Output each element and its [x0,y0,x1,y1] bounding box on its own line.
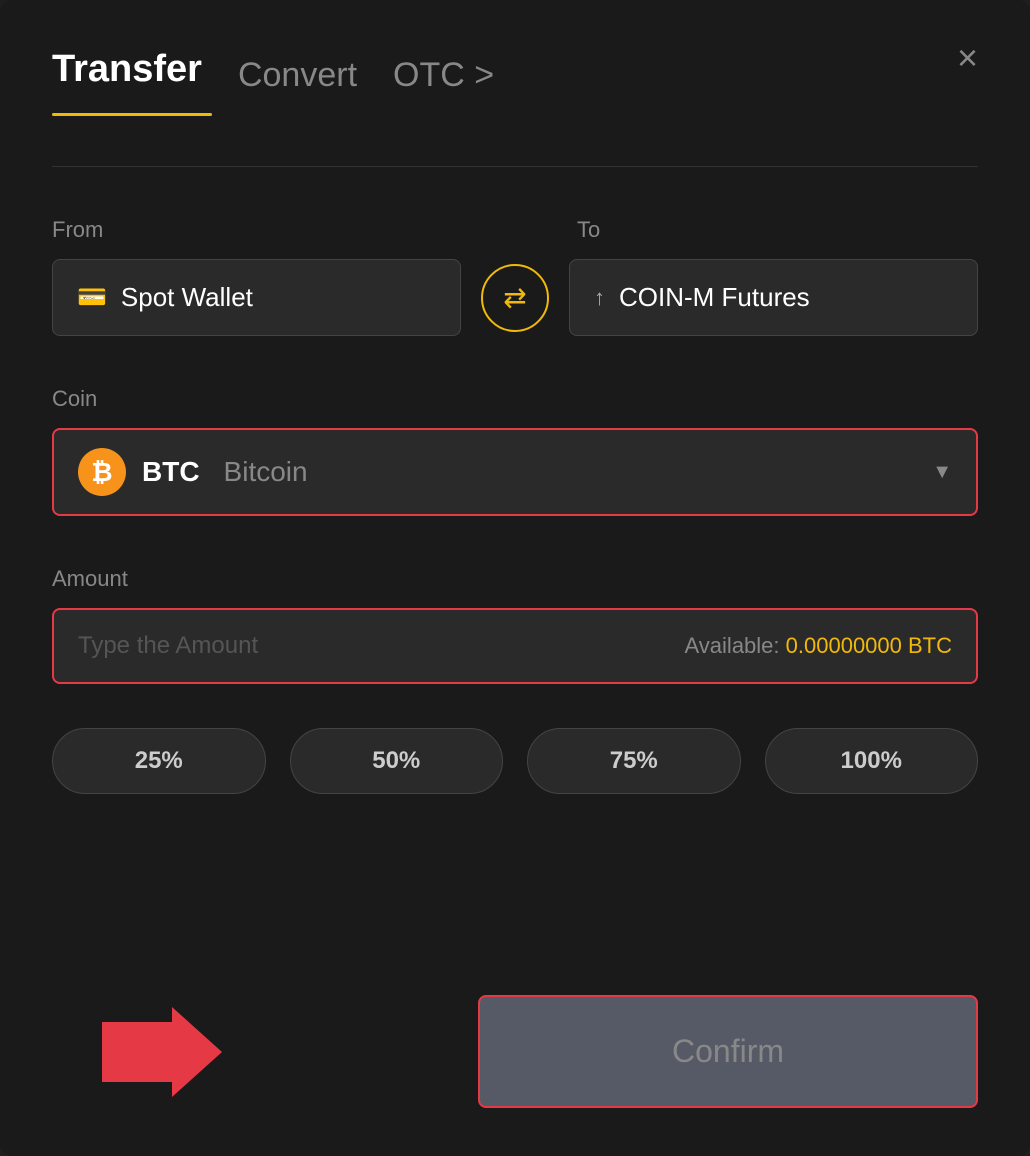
from-wallet-name: Spot Wallet [121,282,253,313]
tab-convert[interactable]: Convert [238,56,357,95]
pct-100-button[interactable]: 100% [765,728,979,794]
amount-placeholder[interactable]: Type the Amount [78,632,258,660]
credit-card-icon: 💳 [77,283,107,312]
swap-icon: ⇄ [503,281,526,314]
from-to-inputs: 💳 Spot Wallet ⇄ ↑ COIN-M Futures [52,259,978,336]
available-amount: 0.00000000 BTC [786,633,952,658]
pct-50-button[interactable]: 50% [290,728,504,794]
transfer-modal: Transfer Convert OTC > × From To 💳 Spot … [0,0,1030,1156]
header-divider [52,166,978,167]
pct-25-button[interactable]: 25% [52,728,266,794]
to-wallet-name: COIN-M Futures [619,282,810,313]
coin-label: Coin [52,386,978,412]
coin-dropdown[interactable]: ₿ BTC Bitcoin ▼ [52,428,978,516]
tab-transfer[interactable]: Transfer [52,48,202,103]
red-arrow-icon [102,1002,222,1102]
swap-button[interactable]: ⇄ [481,264,549,332]
from-to-section: From To 💳 Spot Wallet ⇄ ↑ COIN-M Futures [52,217,978,336]
btc-symbol-icon: ₿ [91,457,112,488]
amount-input-box: Type the Amount Available: 0.00000000 BT… [52,608,978,684]
amount-label: Amount [52,566,978,592]
to-wallet-selector[interactable]: ↑ COIN-M Futures [569,259,978,336]
chevron-down-icon: ▼ [932,461,952,484]
coin-section: Coin ₿ BTC Bitcoin ▼ [52,386,978,516]
futures-icon: ↑ [594,285,605,311]
arrow-indicator [102,1002,222,1102]
from-wallet-selector[interactable]: 💳 Spot Wallet [52,259,461,336]
pct-75-button[interactable]: 75% [527,728,741,794]
available-label: Available: [685,633,780,658]
amount-section: Amount Type the Amount Available: 0.0000… [52,566,978,684]
active-tab-underline [52,113,212,116]
btc-icon: ₿ [78,448,126,496]
modal-header: Transfer Convert OTC > × [52,48,978,103]
percentage-buttons: 25% 50% 75% 100% [52,728,978,794]
from-label: From [52,217,453,243]
coin-fullname: Bitcoin [224,456,308,488]
to-label: To [561,217,978,243]
close-button[interactable]: × [957,40,978,76]
from-to-labels: From To [52,217,978,243]
available-text: Available: 0.00000000 BTC [685,633,952,659]
tab-otc[interactable]: OTC > [393,56,494,95]
coin-symbol: BTC [142,456,200,488]
confirm-row: Confirm [52,995,978,1108]
confirm-button[interactable]: Confirm [478,995,978,1108]
